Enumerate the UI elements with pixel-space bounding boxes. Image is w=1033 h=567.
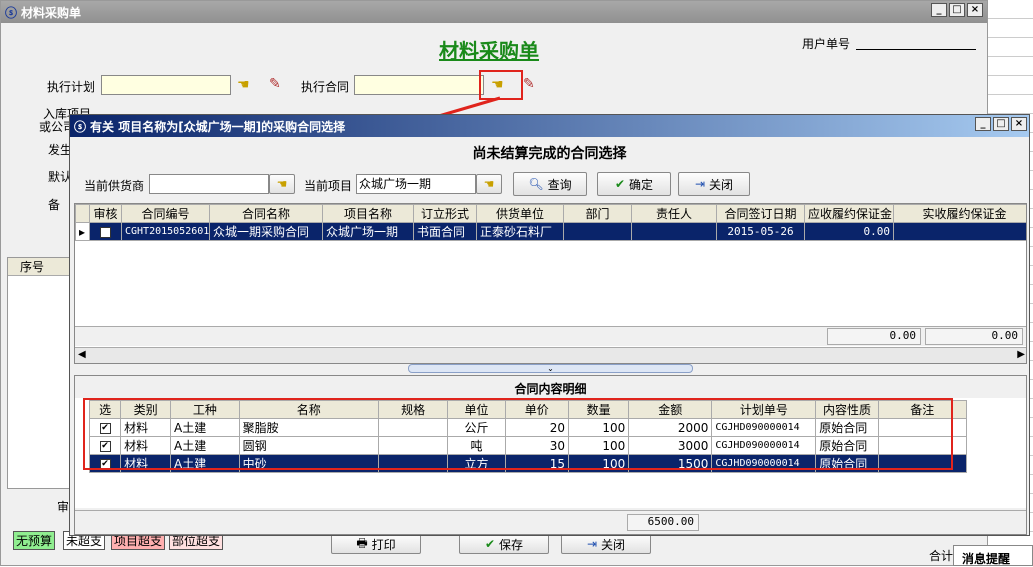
col-supplier[interactable]: 供货单位 — [476, 204, 564, 223]
supplier-input[interactable] — [149, 174, 269, 194]
notice-popup[interactable]: 消息提醒 — [953, 545, 1033, 566]
form-title: 材料采购单 — [439, 39, 539, 63]
side-label-4: 备 — [48, 198, 61, 212]
supplier-lookup-button[interactable]: ☚ — [269, 174, 295, 194]
dialog-title-bar: ⓢ 有关 项目名称为[众城广场一期]的采购合同选择 — [70, 115, 1029, 137]
hand-pointer-icon: ☚ — [276, 177, 288, 191]
hand-pointer-icon: ☚ — [483, 177, 495, 191]
detail-panel: 合同内容明细 选 类别 工种 名称 规格 单位 单价 数量 金额 计划单号 内容… — [74, 375, 1027, 535]
project-input[interactable]: 众城广场一期 — [356, 174, 476, 194]
contracts-hscrollbar[interactable]: ◀ ▶ — [75, 347, 1026, 363]
footer-total-due: 0.00 — [827, 328, 921, 345]
edit-contract-icon[interactable]: ✎ — [523, 76, 535, 92]
magnifier-icon: 🔍︎ — [528, 177, 544, 191]
exec-plan-input[interactable] — [101, 75, 231, 95]
contracts-table: 审核 合同编号 合同名称 项目名称 订立形式 供货单位 部门 责任人 合同签订日… — [75, 204, 1026, 241]
parent-close-button[interactable]: ⇥ 关闭 — [561, 534, 651, 554]
total-label: 合计 — [929, 549, 954, 563]
col-sign-date[interactable]: 合同签订日期 — [716, 204, 805, 223]
audit-label: 审 — [57, 500, 70, 514]
check-icon: ✔ — [614, 177, 626, 191]
col-audit[interactable]: 审核 — [89, 204, 122, 223]
dialog-minimize-button[interactable]: _ — [975, 117, 991, 131]
dialog-header: 尚未结算完成的合同选择 — [472, 146, 627, 162]
printer-icon: 🖶 — [356, 535, 368, 550]
close-window-button[interactable]: × — [967, 3, 983, 17]
project-label: 当前项目 — [304, 179, 353, 193]
contracts-footer: 0.00 0.00 — [75, 326, 1026, 346]
exec-plan-label: 执行计划 — [47, 80, 96, 94]
exit-icon: ⇥ — [586, 537, 598, 551]
detail-title: 合同内容明细 — [514, 382, 587, 396]
dialog-logo-icon: ⓢ — [74, 119, 87, 134]
contract-dialog: ⓢ 有关 项目名称为[众城广场一期]的采购合同选择 _ □ × 尚未结算完成的合… — [69, 114, 1030, 536]
check-icon: ✔ — [484, 537, 496, 551]
project-lookup-button[interactable]: ☚ — [476, 174, 502, 194]
grid-col-serial: 序号 — [8, 258, 70, 276]
splitter-handle[interactable]: ⌄ — [408, 364, 693, 373]
contracts-header-row: 审核 合同编号 合同名称 项目名称 订立形式 供货单位 部门 责任人 合同签订日… — [75, 204, 1026, 223]
col-dept[interactable]: 部门 — [563, 204, 632, 223]
parent-grid: 序号 — [7, 257, 71, 489]
detail-highlight — [83, 398, 953, 470]
parent-window-title: 材料采购单 — [21, 5, 82, 20]
detail-grid: 选 类别 工种 名称 规格 单位 单价 数量 金额 计划单号 内容性质 备注 ✔… — [75, 398, 1026, 508]
col-deposit-received[interactable]: 实收履约保证金 — [893, 204, 1026, 223]
supplier-label: 当前供货商 — [84, 179, 145, 193]
scroll-right-icon[interactable]: ▶ — [1017, 349, 1025, 360]
parent-title-bar: ⓢ 材料采购单 — [1, 1, 987, 23]
col-contract-no[interactable]: 合同编号 — [121, 204, 210, 223]
dialog-maximize-button[interactable]: □ — [993, 117, 1009, 131]
scroll-left-icon[interactable]: ◀ — [78, 349, 86, 360]
footer-total-received: 0.00 — [925, 328, 1023, 345]
query-button[interactable]: 🔍︎ 查询 — [513, 172, 587, 196]
user-no-field[interactable] — [856, 49, 976, 50]
dialog-title: 有关 项目名称为[众城广场一期]的采购合同选择 — [90, 119, 346, 134]
col-form[interactable]: 订立形式 — [413, 204, 477, 223]
edit-plan-icon[interactable]: ✎ — [269, 76, 281, 92]
lookup-plan-icon[interactable]: ☚ — [237, 77, 250, 93]
dialog-close-button[interactable]: ⇥ 关闭 — [678, 172, 750, 196]
confirm-button[interactable]: ✔ 确定 — [597, 172, 671, 196]
user-no-label: 用户单号 — [802, 37, 851, 51]
exec-contract-label: 执行合同 — [301, 80, 350, 94]
exit-icon: ⇥ — [694, 177, 706, 191]
row-indicator-icon: ▸ — [75, 222, 90, 241]
audit-checkbox[interactable] — [89, 222, 122, 241]
detail-total: 6500.00 — [627, 514, 699, 531]
col-project-name[interactable]: 项目名称 — [322, 204, 414, 223]
contracts-grid: 审核 合同编号 合同名称 项目名称 订立形式 供货单位 部门 责任人 合同签订日… — [74, 203, 1027, 364]
col-owner[interactable]: 责任人 — [631, 204, 717, 223]
save-button[interactable]: ✔ 保存 — [459, 534, 549, 554]
col-deposit-due[interactable]: 应收履约保证金 — [804, 204, 894, 223]
contract-row[interactable]: ▸ CGHT2015052601 众城一期采购合同 众城广场一期 书面合同 正泰… — [75, 222, 1026, 241]
app-logo-icon: ⓢ — [5, 5, 18, 20]
budget-tag-none: 无预算 — [13, 531, 56, 550]
detail-footer: 6500.00 — [75, 510, 1026, 534]
minimize-button[interactable]: _ — [931, 3, 947, 17]
col-contract-name[interactable]: 合同名称 — [209, 204, 323, 223]
dialog-close-x-button[interactable]: × — [1011, 117, 1027, 131]
maximize-button[interactable]: □ — [949, 3, 965, 17]
print-button[interactable]: 🖶 打印 — [331, 534, 421, 554]
